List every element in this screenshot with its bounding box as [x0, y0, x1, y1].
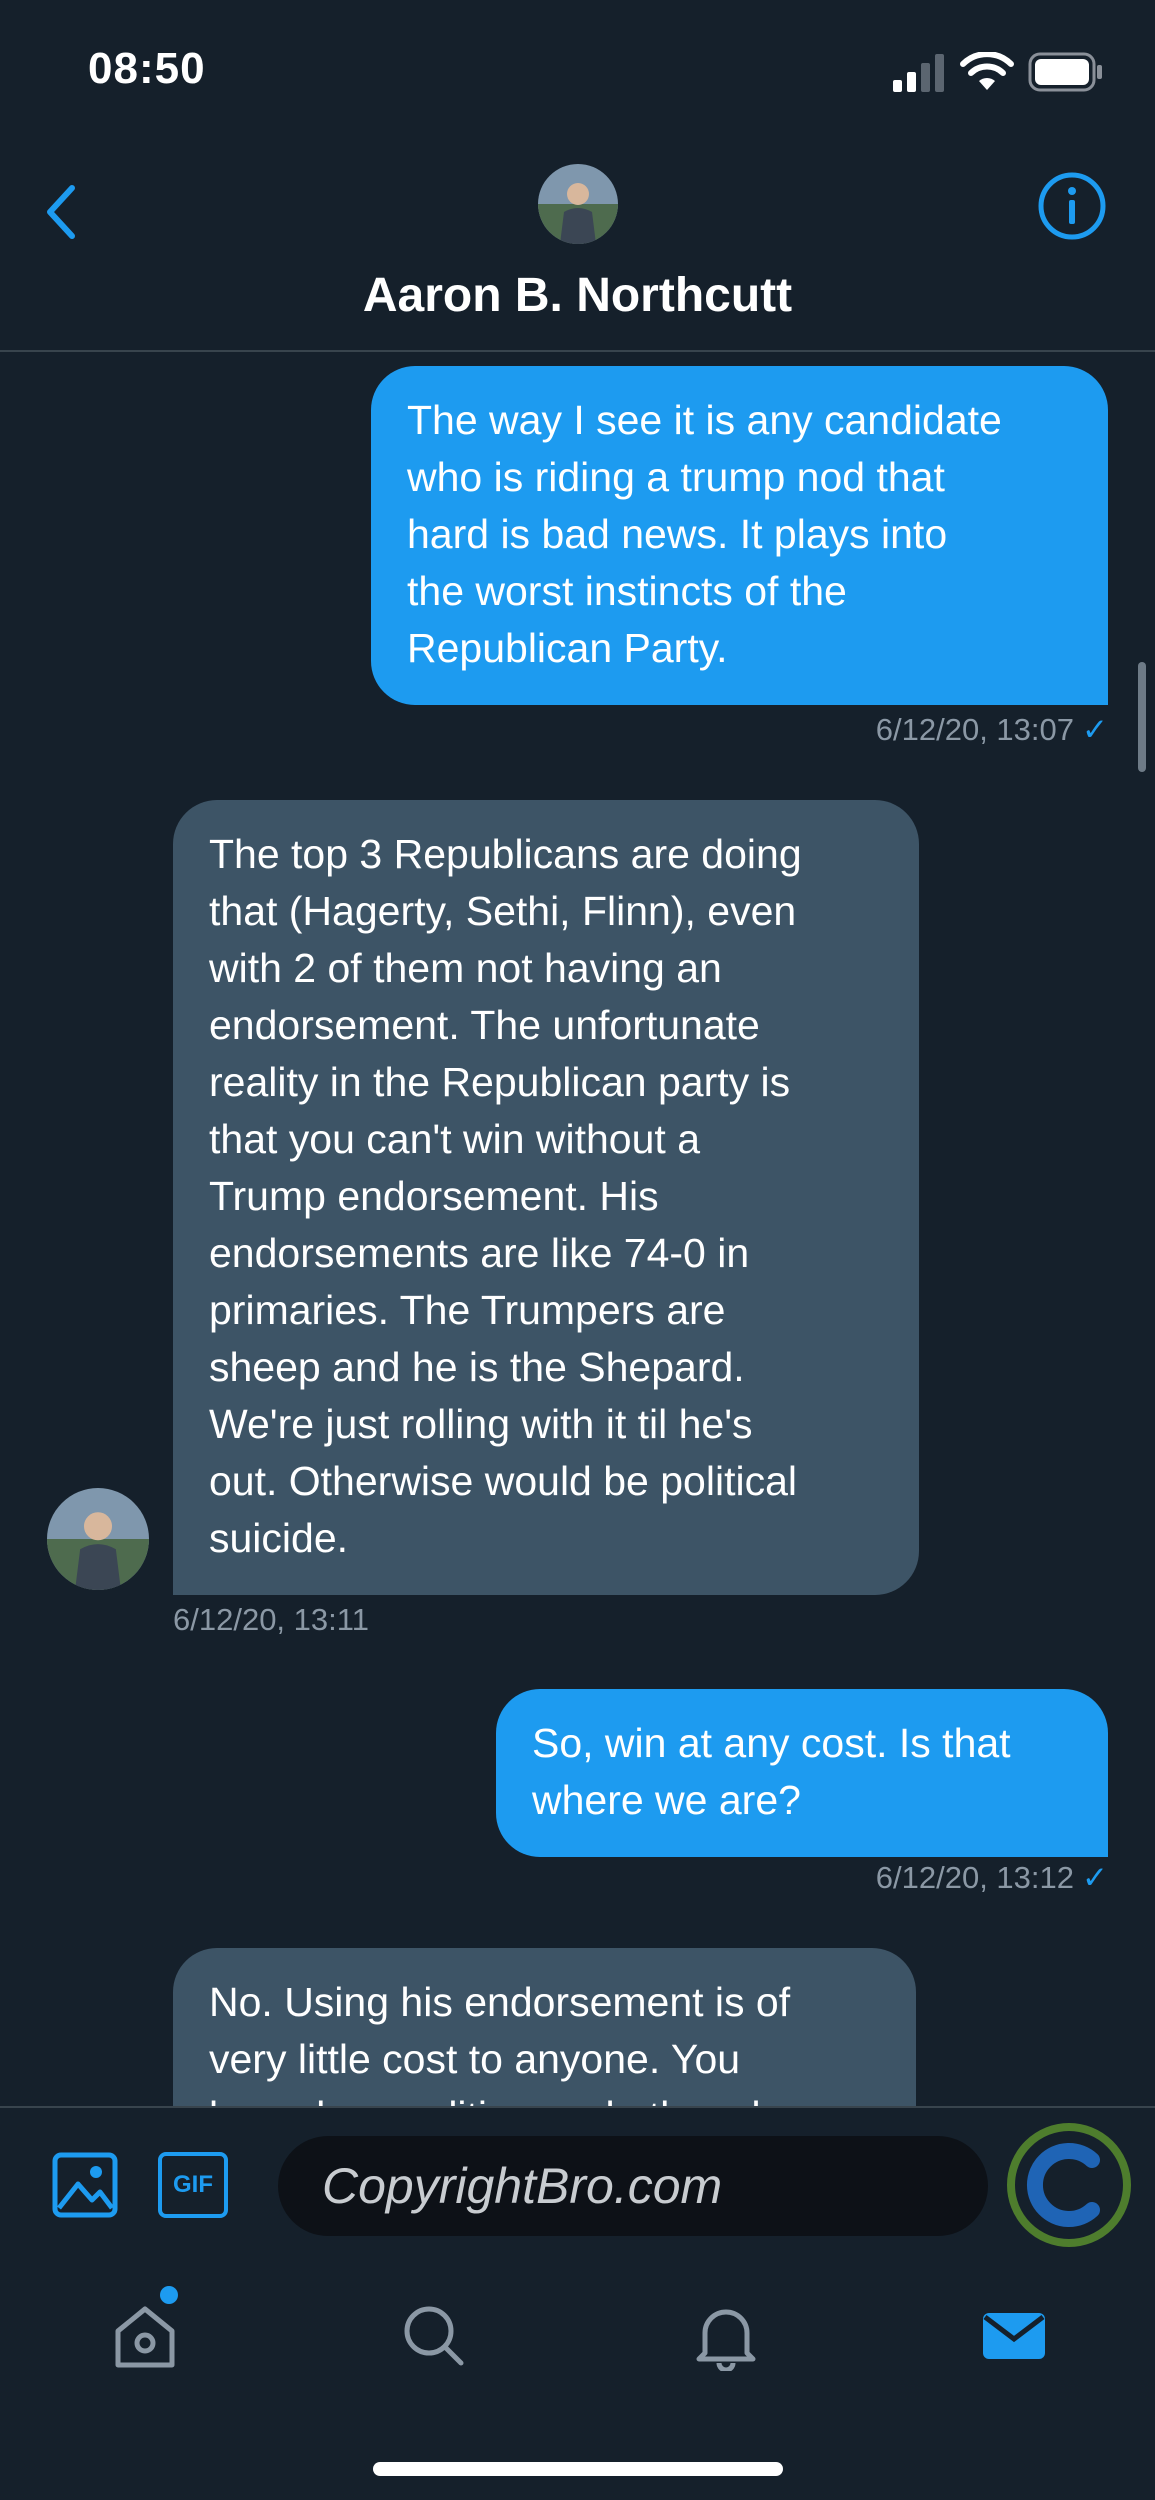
- bell-icon: [696, 2309, 756, 2371]
- back-button[interactable]: [30, 172, 90, 252]
- message-timestamp: 6/12/20, 13:07 ✓: [876, 712, 1108, 748]
- received-message-bubble[interactable]: No. Using his endorsement is of very lit…: [173, 1948, 916, 2106]
- read-check-icon: ✓: [1082, 712, 1108, 747]
- tab-messages[interactable]: [974, 2296, 1054, 2376]
- message-timestamp: 6/12/20, 13:11: [173, 1602, 369, 1637]
- chevron-left-icon: [47, 185, 75, 239]
- copyright-c-icon: [1007, 2123, 1131, 2247]
- sent-message-bubble[interactable]: So, win at any cost. Is that where we ar…: [496, 1689, 1108, 1857]
- wifi-icon: [960, 52, 1014, 90]
- home-indicator[interactable]: [373, 2462, 783, 2476]
- timestamp-text: 6/12/20, 13:12: [875, 1860, 1075, 1895]
- timestamp-text: 6/12/20, 13:07: [875, 712, 1075, 747]
- page-title[interactable]: Aaron B. Northcutt: [0, 268, 1155, 323]
- gif-button[interactable]: GIF: [158, 2152, 228, 2218]
- message-timestamp: 6/12/20, 13:12 ✓: [876, 1860, 1108, 1896]
- search-icon: [404, 2306, 464, 2366]
- tab-notifications[interactable]: [686, 2296, 766, 2376]
- home-icon: [115, 2306, 175, 2368]
- message-thread[interactable]: The way I see it is any candidate who is…: [0, 354, 1155, 2106]
- avatar[interactable]: [538, 164, 618, 244]
- message-composer: GIF: [0, 2106, 1155, 2266]
- tab-search[interactable]: [394, 2296, 474, 2376]
- conversation-header: Aaron B. Northcutt: [0, 140, 1155, 352]
- add-image-button[interactable]: [50, 2150, 120, 2220]
- read-check-icon: ✓: [1082, 1860, 1108, 1895]
- bottom-tab-bar: [0, 2266, 1155, 2386]
- notification-dot: [160, 2286, 178, 2304]
- image-icon: [52, 2152, 118, 2218]
- profile-photo: [47, 1488, 149, 1590]
- status-time: 08:50: [88, 44, 206, 93]
- scrollbar[interactable]: [1138, 662, 1146, 772]
- mail-icon: [983, 2313, 1045, 2359]
- info-circle-icon: [1038, 172, 1106, 240]
- status-bar: 08:50: [0, 0, 1155, 140]
- profile-photo: [538, 164, 618, 244]
- received-message-bubble[interactable]: The top 3 Republicans are doing that (Ha…: [173, 800, 919, 1595]
- avatar[interactable]: [47, 1488, 149, 1590]
- sent-message-bubble[interactable]: The way I see it is any candidate who is…: [371, 366, 1108, 705]
- watermark-logo: [1004, 2120, 1134, 2250]
- battery-icon: [1028, 52, 1102, 92]
- info-button[interactable]: [1036, 170, 1108, 242]
- signal-icon: [893, 54, 944, 92]
- tab-home[interactable]: [105, 2296, 185, 2376]
- message-input[interactable]: [278, 2136, 988, 2236]
